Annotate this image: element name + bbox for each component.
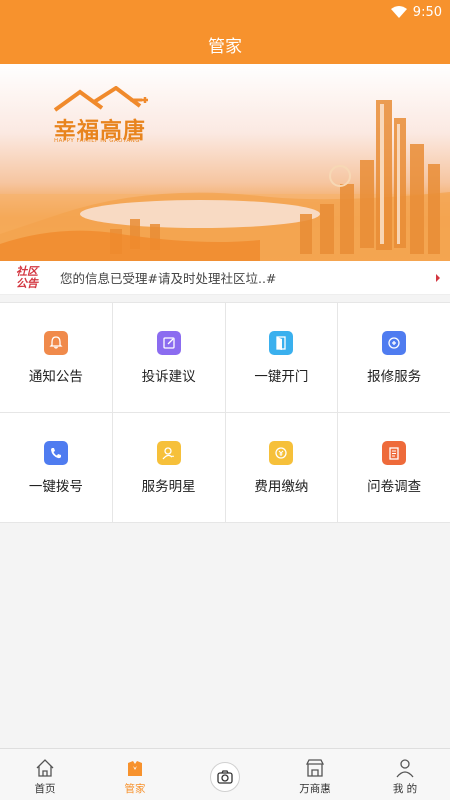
- service-repair[interactable]: 报修服务: [338, 303, 450, 412]
- camera-button[interactable]: [210, 762, 240, 792]
- community-notice-bar[interactable]: 社区 公告 您的信息已受理#请及时处理社区垃..#: [0, 261, 450, 295]
- notice-tag-line2: 公告: [16, 276, 38, 290]
- bottom-tab-bar: 首页 管家 万商惠 我 的: [0, 748, 450, 800]
- repair-icon: [382, 330, 407, 355]
- tab-camera[interactable]: [180, 749, 270, 800]
- service-label: 问卷调查: [367, 478, 422, 495]
- service-label: 投诉建议: [141, 368, 196, 385]
- tab-label: 万商惠: [299, 783, 331, 795]
- tab-label: 我 的: [392, 783, 418, 795]
- banner[interactable]: 幸福高唐 HAPPY FAMILY IN GAOTANG: [0, 64, 450, 261]
- service-label: 通知公告: [28, 368, 83, 385]
- star-person-icon: [156, 440, 181, 465]
- service-label: 报修服务: [367, 368, 422, 385]
- notice-text[interactable]: 您的信息已受理#请及时处理社区垃..#: [60, 268, 436, 287]
- butler-icon: [128, 761, 142, 776]
- service-grid: 通知公告 投诉建议 一键开门 报修服务 一键拨号 服务明星 费用缴纳 问卷调查: [0, 302, 450, 523]
- chevron-right-icon: [436, 273, 440, 282]
- service-stars[interactable]: 服务明星: [112, 413, 225, 522]
- wifi-icon: [390, 6, 407, 18]
- service-survey[interactable]: 问卷调查: [338, 413, 450, 522]
- edit-icon: [156, 330, 181, 355]
- fee-icon: [269, 440, 294, 465]
- service-label: 一键开门: [254, 368, 309, 385]
- shop-icon: [305, 759, 325, 777]
- person-icon: [396, 759, 414, 778]
- service-fees[interactable]: 费用缴纳: [225, 413, 338, 522]
- survey-icon: [382, 440, 407, 465]
- door-icon: [269, 330, 294, 355]
- phone-icon: [43, 440, 68, 465]
- notice-tag-line1: 社区: [16, 264, 38, 278]
- page-title: 管家: [208, 36, 242, 57]
- home-icon: [36, 759, 54, 777]
- tab-label: 管家: [124, 783, 146, 795]
- service-dial[interactable]: 一键拨号: [0, 413, 112, 522]
- tab-shop[interactable]: 万商惠: [270, 749, 360, 800]
- logo-house-icon: [53, 86, 148, 112]
- tab-home[interactable]: 首页: [0, 749, 90, 800]
- status-time: 9:50: [412, 4, 442, 20]
- camera-icon: [217, 770, 233, 784]
- tab-label: 首页: [34, 783, 56, 795]
- banner-subtitle: HAPPY FAMILY IN GAOTANG: [54, 138, 141, 144]
- service-notices[interactable]: 通知公告: [0, 303, 112, 412]
- status-bar: 9:50: [0, 0, 450, 24]
- app-bar: 管家: [0, 24, 450, 64]
- notice-tag: 社区 公告: [16, 264, 48, 292]
- service-complaints[interactable]: 投诉建议: [112, 303, 225, 412]
- service-label: 一键拨号: [28, 478, 83, 495]
- bell-icon: [43, 330, 68, 355]
- tab-butler[interactable]: 管家: [90, 749, 180, 800]
- service-open-door[interactable]: 一键开门: [225, 303, 338, 412]
- tab-me[interactable]: 我 的: [360, 749, 450, 800]
- service-label: 服务明星: [141, 478, 196, 495]
- service-label: 费用缴纳: [254, 478, 309, 495]
